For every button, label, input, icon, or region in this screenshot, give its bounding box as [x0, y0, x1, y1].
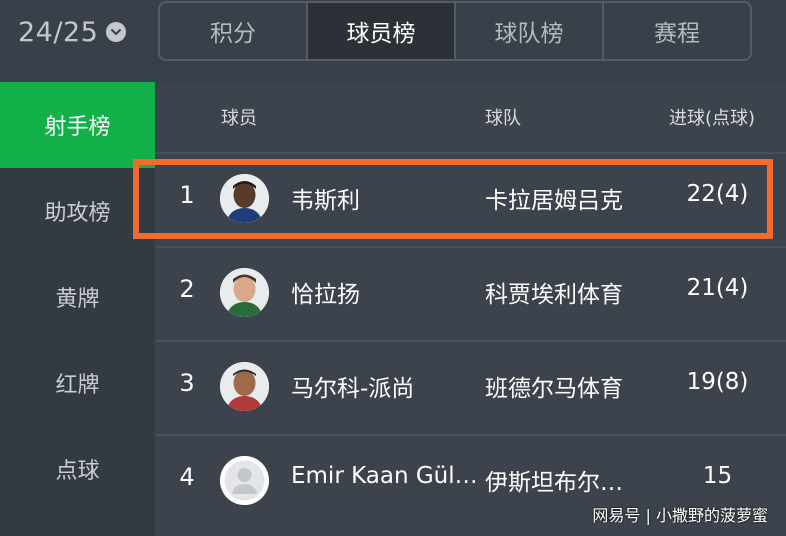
- sidebar-item-label: 点球: [55, 459, 100, 484]
- tab-bar: 积分 球员榜 球队榜 赛程: [158, 1, 752, 61]
- sidebar-item-label: 射手榜: [44, 115, 111, 140]
- rank: 2: [179, 275, 195, 303]
- sidebar-item-label: 红牌: [55, 373, 100, 398]
- sidebar: 射手榜 助攻榜 黄牌 红牌 点球: [0, 82, 155, 536]
- player-name: 马尔科-派尚: [291, 376, 415, 402]
- player-photo: [220, 174, 269, 223]
- sidebar-item-yellow-cards[interactable]: 黄牌: [0, 254, 155, 340]
- team-name: 伊斯坦布尔…: [485, 470, 623, 496]
- rank: 3: [179, 369, 195, 397]
- column-header-goals: 进球(点球): [669, 108, 756, 129]
- tab-standings[interactable]: 积分: [160, 3, 308, 59]
- team-name: 卡拉居姆吕克: [485, 188, 623, 214]
- season-selector[interactable]: 24/25: [18, 14, 127, 50]
- player-name: 韦斯利: [291, 188, 360, 214]
- tab-label: 赛程: [654, 21, 700, 47]
- sidebar-item-label: 黄牌: [55, 287, 100, 312]
- player-photo: [220, 362, 269, 411]
- tab-label: 积分: [210, 21, 256, 47]
- tab-label: 球队榜: [494, 21, 564, 47]
- source-credit: 网易号 | 小撒野的菠萝蜜: [592, 506, 768, 525]
- chevron-down-icon: [106, 22, 127, 42]
- sidebar-item-top-scorers[interactable]: 射手榜: [0, 82, 155, 168]
- sidebar-item-penalties[interactable]: 点球: [0, 426, 155, 512]
- top-bar: 24/25 积分 球员榜 球队榜 赛程: [0, 0, 786, 82]
- tab-team-rankings[interactable]: 球队榜: [456, 3, 604, 59]
- tab-label: 球员榜: [346, 21, 416, 47]
- team-name: 班德尔马体育: [485, 376, 623, 402]
- team-name: 科贾埃利体育: [485, 282, 623, 308]
- player-name: Emir Kaan Gül…: [291, 463, 478, 489]
- table-row[interactable]: 3 马尔科-派尚 班德尔马体育 19(8): [155, 340, 786, 436]
- table-header: 球员 球队 进球(点球): [155, 82, 786, 152]
- sidebar-item-assists[interactable]: 助攻榜: [0, 168, 155, 254]
- table-row[interactable]: 1 韦斯利 卡拉居姆吕克 22(4): [155, 152, 786, 248]
- rank: 1: [179, 181, 195, 209]
- player-name: 恰拉扬: [291, 282, 360, 308]
- table-row[interactable]: 2 恰拉扬 科贾埃利体育 21(4): [155, 246, 786, 342]
- sidebar-item-label: 助攻榜: [44, 201, 111, 226]
- rank: 4: [179, 463, 195, 491]
- tab-player-rankings[interactable]: 球员榜: [308, 3, 456, 59]
- tab-schedule[interactable]: 赛程: [604, 3, 750, 59]
- goals-value: 21(4): [686, 275, 749, 301]
- column-header-team: 球队: [485, 108, 521, 129]
- placeholder-avatar-icon: [220, 456, 269, 505]
- goals-value: 22(4): [686, 181, 749, 207]
- column-header-player: 球员: [221, 108, 257, 129]
- rankings-table: 球员 球队 进球(点球) 1 韦斯利 卡拉居姆吕克 22(4) 2 恰拉扬 科贾…: [155, 82, 786, 536]
- player-photo: [220, 268, 269, 317]
- season-label: 24/25: [18, 16, 99, 48]
- sidebar-item-red-cards[interactable]: 红牌: [0, 340, 155, 426]
- goals-value: 19(8): [686, 369, 749, 395]
- goals-value: 15: [702, 463, 733, 489]
